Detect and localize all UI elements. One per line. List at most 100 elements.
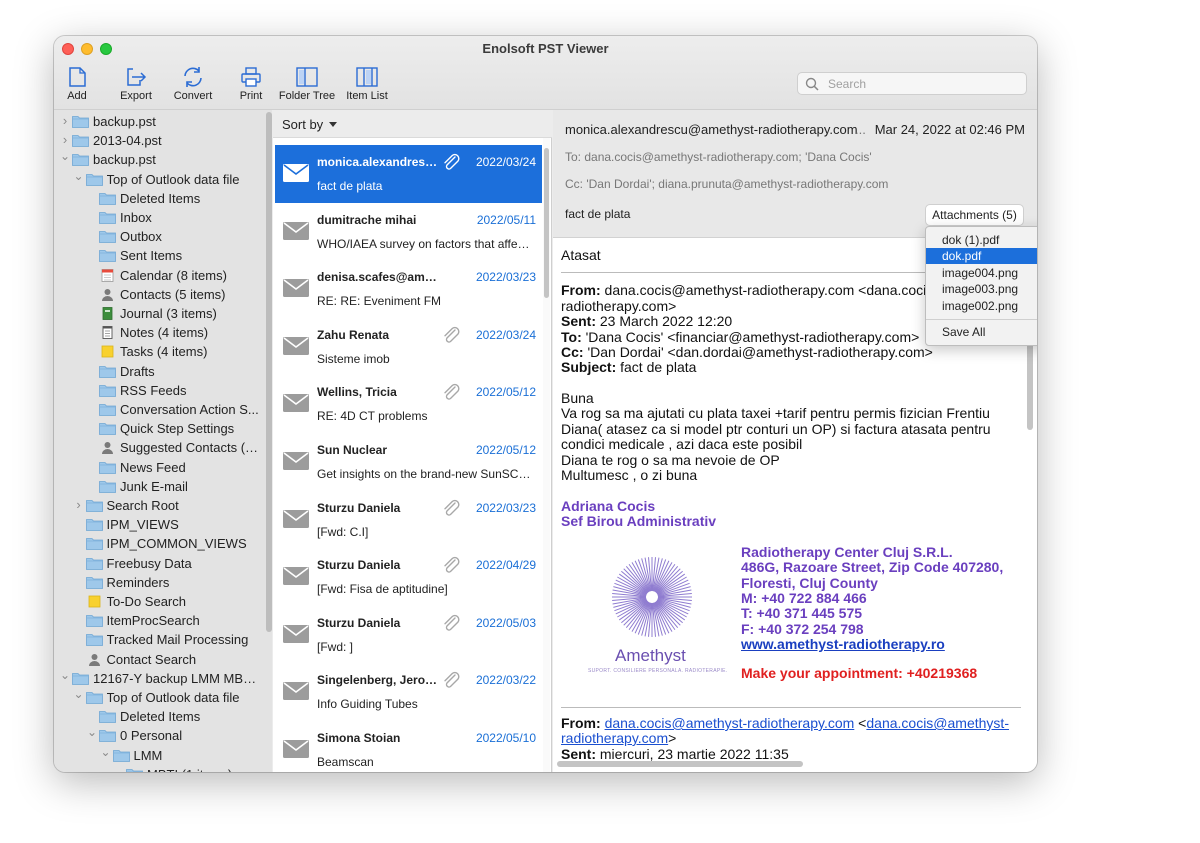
- attachment-file-name: image003.png: [942, 282, 1019, 297]
- export-button[interactable]: Export: [116, 66, 156, 102]
- convert-label: Convert: [173, 90, 213, 102]
- disclosure-expanded-icon[interactable]: ⌄: [60, 150, 70, 165]
- attachment-menu-item[interactable]: image004.png▶: [926, 265, 1037, 281]
- convert-button[interactable]: Convert: [171, 66, 215, 102]
- signature-website-link[interactable]: www.amethyst-radiotherapy.ro: [741, 636, 945, 652]
- print-button[interactable]: Print: [234, 66, 268, 102]
- message-sender: Singelenberg, Jeroen: [317, 673, 439, 688]
- sidebar-item-conversation-action-s[interactable]: Conversation Action S...: [54, 400, 271, 419]
- attachment-menu-item[interactable]: image003.png▶: [926, 281, 1037, 297]
- sidebar-item-notes-4-items[interactable]: Notes (4 items): [54, 323, 271, 342]
- disclosure-expanded-icon[interactable]: ⌄: [87, 726, 97, 741]
- fwd-from-link-2[interactable]: dana.cocis@amethyst-: [866, 715, 1009, 731]
- attachment-file-name: dok (1).pdf: [942, 233, 1000, 247]
- body-greeting: Buna: [561, 390, 594, 406]
- message-list-item[interactable]: Wellins, Tricia 2022/05/12 RE: 4D CT probl…: [275, 375, 542, 433]
- sidebar-item-0-personal[interactable]: ⌄ 0 Personal: [54, 726, 271, 745]
- folder-tree-icon: [296, 67, 318, 87]
- sidebar-item-ipm-common-views[interactable]: IPM_COMMON_VIEWS: [54, 534, 271, 553]
- disclosure-collapsed-icon[interactable]: ›: [74, 498, 84, 511]
- disclosure-expanded-icon[interactable]: ⌄: [60, 669, 70, 684]
- sidebar-item-label: Drafts: [120, 363, 155, 379]
- sidebar-item-search-root[interactable]: › Search Root: [54, 496, 271, 515]
- sidebar-scrollbar-thumb[interactable]: [266, 112, 272, 632]
- signature-fax: F: +40 372 254 798: [741, 621, 864, 637]
- sidebar-item-deleted-items[interactable]: Deleted Items: [54, 707, 271, 726]
- sort-by-label[interactable]: Sort by: [282, 117, 323, 132]
- disclosure-collapsed-icon[interactable]: ›: [60, 114, 70, 127]
- sidebar-item-12167-y-backup-lmm-mbt[interactable]: ⌄ 12167-Y backup LMM MBT...: [54, 669, 271, 688]
- sidebar-item-reminders[interactable]: Reminders: [54, 573, 271, 592]
- list-scrollbar-thumb[interactable]: [544, 148, 549, 298]
- message-list-item[interactable]: Sturzu Daniela 2022/05/03 [Fwd: ]: [275, 606, 542, 664]
- attachment-menu-item[interactable]: image002.png▶: [926, 298, 1037, 314]
- sidebar-item-backup-pst[interactable]: › backup.pst: [54, 112, 271, 131]
- folder-icon: [72, 672, 89, 685]
- save-all-menu-item[interactable]: Save All: [926, 324, 1037, 340]
- sidebar-item-sent-items[interactable]: Sent Items: [54, 246, 271, 265]
- message-date: 2022/04/29: [475, 558, 536, 573]
- envelope-icon: [283, 164, 309, 182]
- message-list-item[interactable]: Zahu Renata 2022/03/24 Sisteme imob: [275, 318, 542, 376]
- reader-horizontal-scrollbar-thumb[interactable]: [557, 761, 803, 767]
- message-list-item[interactable]: Singelenberg, Jeroen 2022/03/22 Info Guidi…: [275, 663, 542, 721]
- sidebar-item-news-feed[interactable]: News Feed: [54, 458, 271, 477]
- sidebar-item-junk-e-mail[interactable]: Junk E-mail: [54, 477, 271, 496]
- sidebar-item-itemprocsearch[interactable]: ItemProcSearch: [54, 611, 271, 630]
- sort-caret-icon[interactable]: [329, 122, 337, 127]
- sidebar-item-journal-3-items[interactable]: Journal (3 items): [54, 304, 271, 323]
- sidebar-item-lmm[interactable]: ⌄ LMM: [54, 746, 271, 765]
- sidebar-item-freebusy-data[interactable]: Freebusy Data: [54, 554, 271, 573]
- sidebar-item-ipm-views[interactable]: IPM_VIEWS: [54, 515, 271, 534]
- sidebar-item-label: Contact Search: [106, 651, 197, 667]
- add-button[interactable]: Add: [62, 66, 92, 102]
- sidebar-item-2013-04-pst[interactable]: › 2013-04.pst: [54, 131, 271, 150]
- fwd-sent-label: Sent:: [561, 746, 596, 762]
- fwd-from-link[interactable]: dana.cocis@amethyst-radiotherapy.com: [605, 715, 855, 731]
- search-input[interactable]: [828, 75, 1018, 92]
- fwd-from-link-3[interactable]: radiotherapy.com: [561, 730, 668, 746]
- sidebar-item-top-of-outlook-data-file[interactable]: ⌄ Top of Outlook data file: [54, 688, 271, 707]
- sidebar-item-drafts[interactable]: Drafts: [54, 362, 271, 381]
- sidebar-item-to-do-search[interactable]: To-Do Search: [54, 592, 271, 611]
- disclosure-expanded-icon[interactable]: ⌄: [74, 688, 84, 703]
- sidebar-item-calendar-8-items[interactable]: Calendar (8 items): [54, 266, 271, 285]
- item-list-button[interactable]: Item List: [345, 66, 389, 102]
- search-box[interactable]: [797, 72, 1027, 95]
- sidebar-item-outbox[interactable]: Outbox: [54, 227, 271, 246]
- sidebar-item-backup-pst[interactable]: ⌄ backup.pst: [54, 150, 271, 169]
- disclosure-expanded-icon[interactable]: ⌄: [101, 746, 111, 761]
- folder-tree-button[interactable]: Folder Tree: [278, 66, 336, 102]
- contact-icon: [99, 441, 116, 455]
- sidebar-item-contacts-5-items[interactable]: Contacts (5 items): [54, 285, 271, 304]
- sidebar-item-contact-search[interactable]: Contact Search: [54, 650, 271, 669]
- disclosure-expanded-icon[interactable]: ⌄: [74, 170, 84, 185]
- attachment-menu-item[interactable]: dok.pdf▶: [926, 248, 1037, 265]
- sidebar-item-inbox[interactable]: Inbox: [54, 208, 271, 227]
- message-list-item[interactable]: Sturzu Daniela 2022/03/23 [Fwd: C.I]: [275, 491, 542, 549]
- message-list-item[interactable]: Simona Stoian 2022/05/10 Beamscan: [275, 721, 542, 772]
- disclosure-collapsed-icon[interactable]: ›: [60, 133, 70, 146]
- header-more-ellipsis[interactable]: ...: [855, 122, 866, 137]
- message-list-item[interactable]: Sun Nuclear 2022/05/12 Get insights on the…: [275, 433, 542, 491]
- sidebar-item-rss-feeds[interactable]: RSS Feeds: [54, 381, 271, 400]
- message-list-item[interactable]: denisa.scafes@amet.. 2022/03/23 RE: RE: Ev…: [275, 260, 542, 318]
- sidebar-item-tasks-4-items[interactable]: Tasks (4 items): [54, 342, 271, 361]
- sidebar-item-tracked-mail-processing[interactable]: Tracked Mail Processing: [54, 630, 271, 649]
- sort-bar[interactable]: Sort by: [273, 110, 552, 138]
- attachments-button[interactable]: Attachments (5): [925, 204, 1024, 226]
- message-list-item[interactable]: Sturzu Daniela 2022/04/29 [Fwd: Fisa de ap…: [275, 548, 542, 606]
- sidebar-item-label: Reminders: [106, 574, 170, 590]
- message-list-item[interactable]: dumitrache mihai 2022/05/11 WHO/IAEA surve…: [275, 203, 542, 261]
- message-list-item[interactable]: monica.alexandresc... 2022/03/24 fact de p…: [275, 145, 542, 203]
- sidebar-item-mbti-1-items[interactable]: MBTI (1 items): [54, 765, 271, 772]
- attachment-icon: [444, 153, 460, 170]
- attachment-menu-item[interactable]: dok (1).pdf▶: [926, 232, 1037, 248]
- envelope-icon: [283, 336, 309, 355]
- sidebar-item-quick-step-settings[interactable]: Quick Step Settings: [54, 419, 271, 438]
- sidebar-item-deleted-items[interactable]: Deleted Items: [54, 189, 271, 208]
- sidebar-item-label: backup.pst: [93, 152, 156, 168]
- sidebar-item-label: 2013-04.pst: [93, 133, 162, 149]
- sidebar-item-top-of-outlook-data-file[interactable]: ⌄ Top of Outlook data file: [54, 170, 271, 189]
- sidebar-item-suggested-contacts-4[interactable]: Suggested Contacts (4...: [54, 438, 271, 457]
